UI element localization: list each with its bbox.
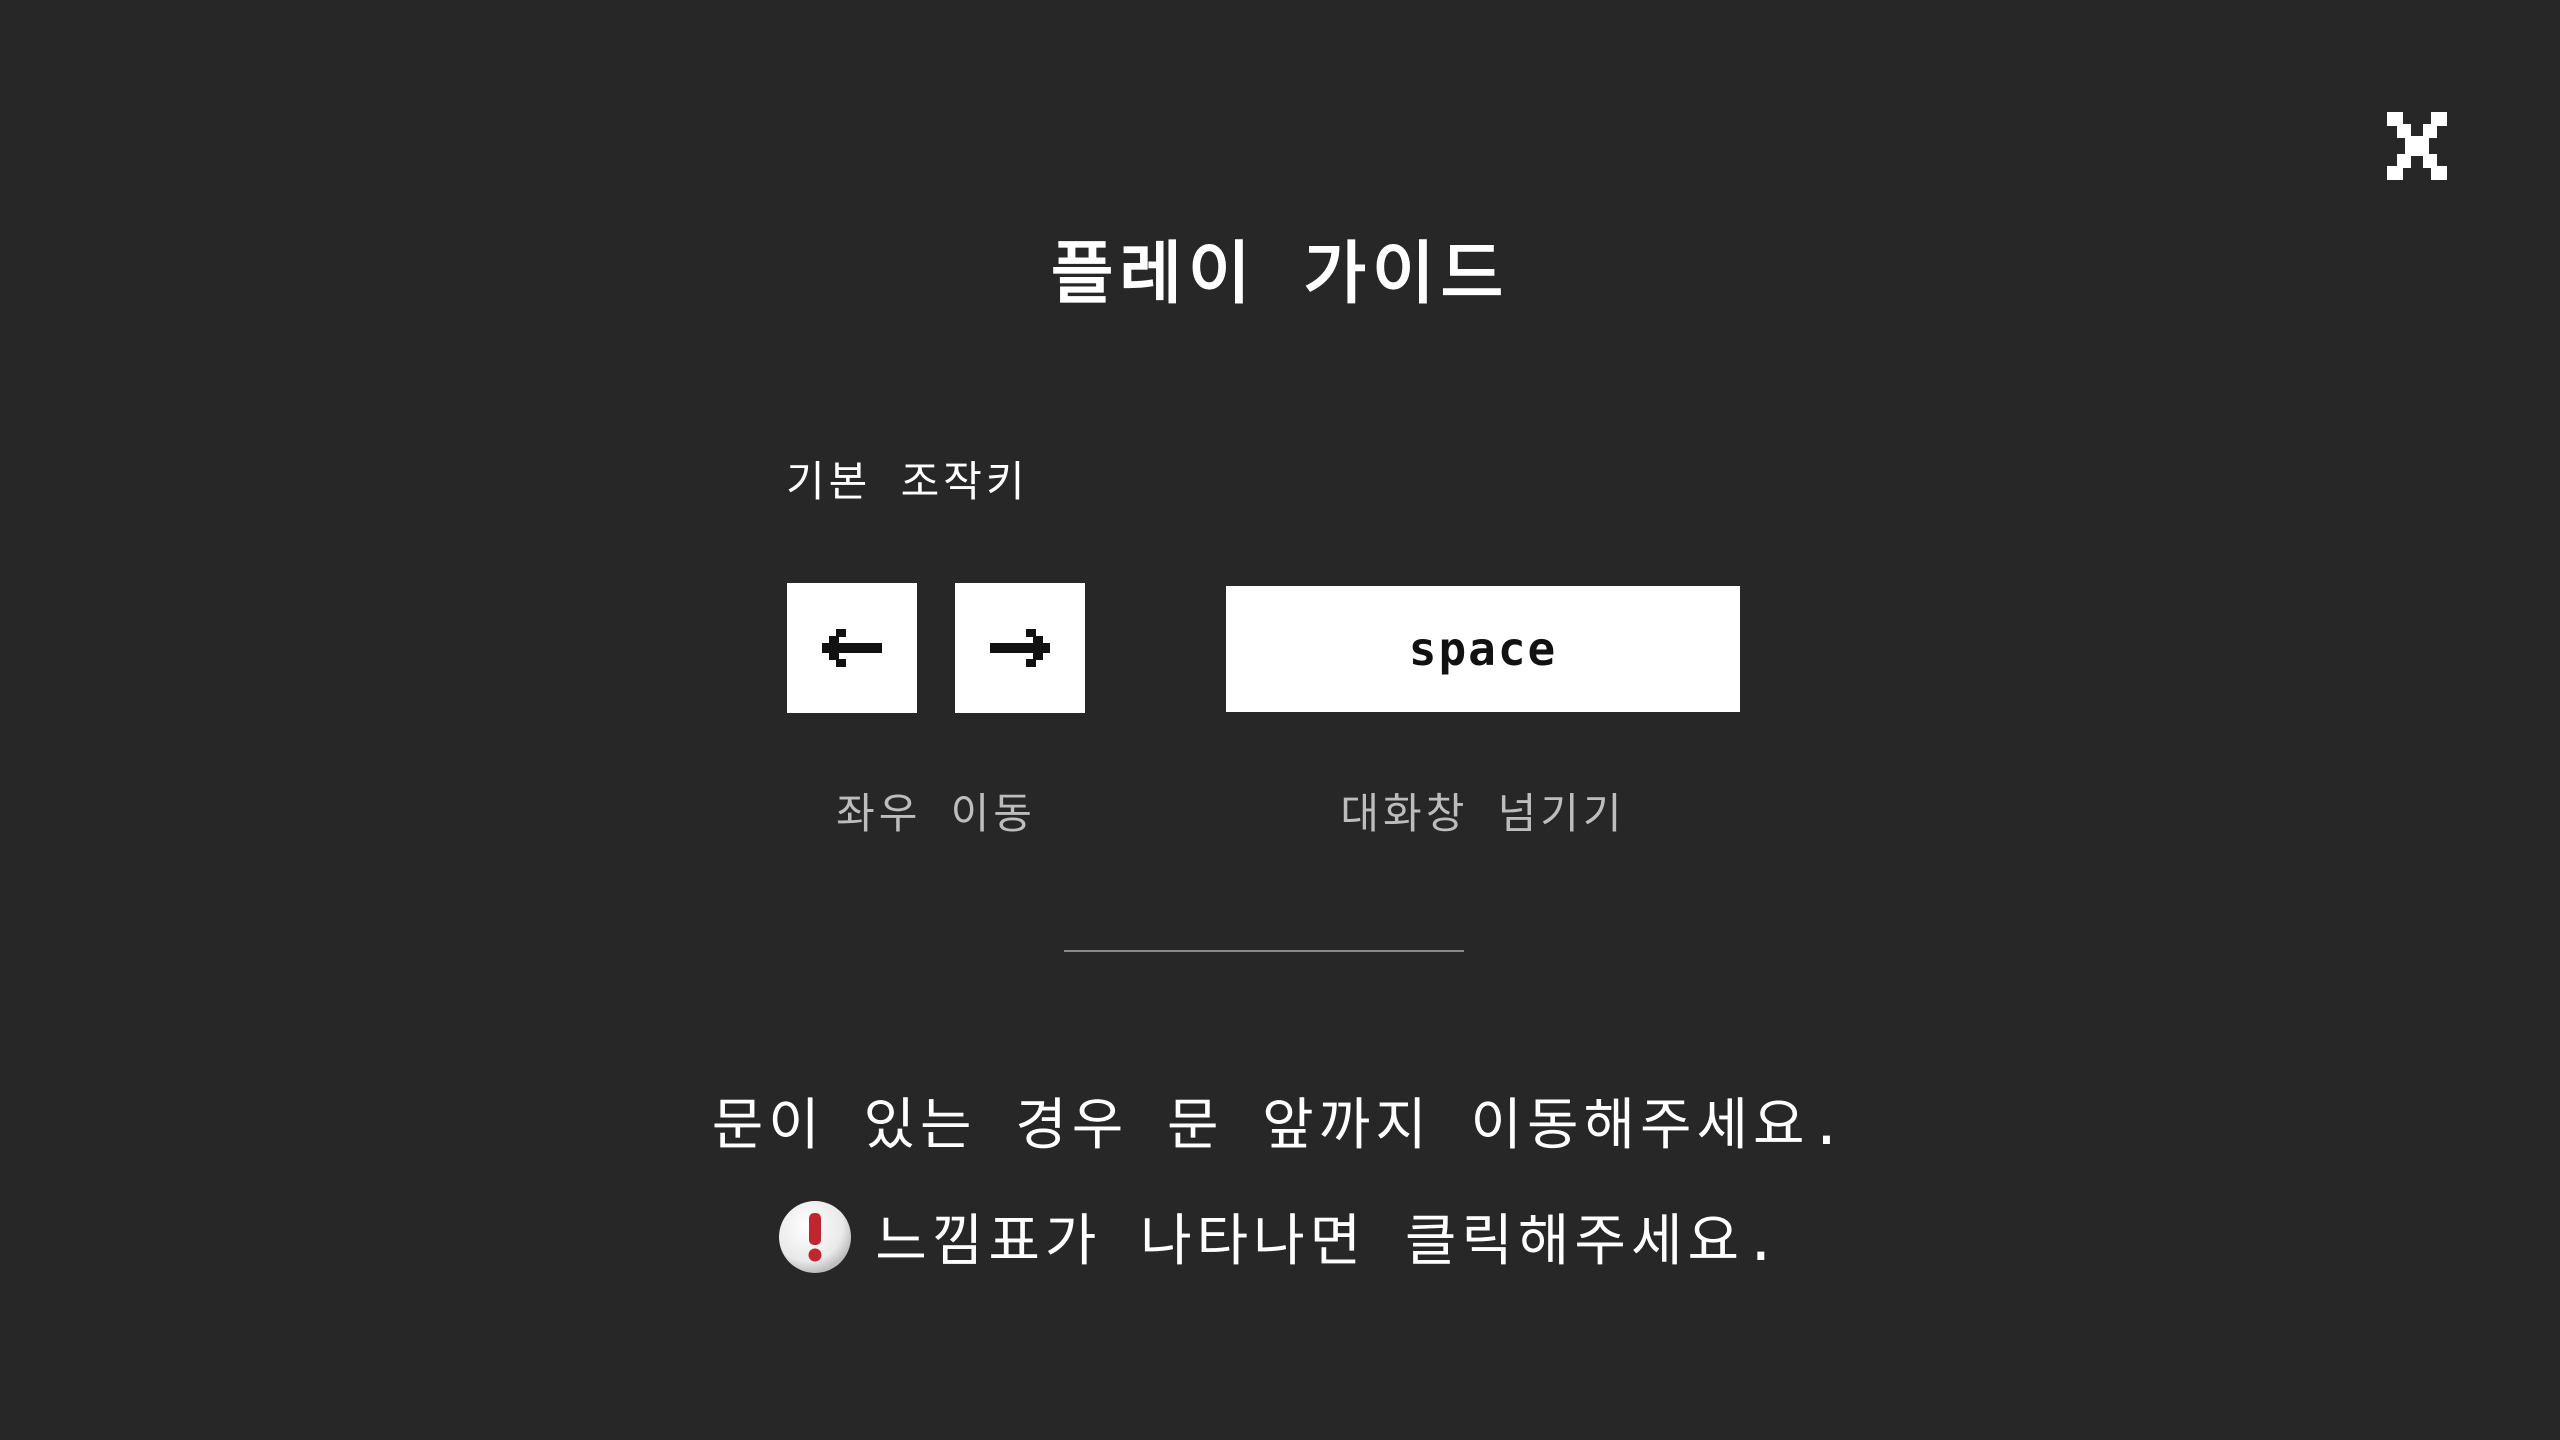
controls-section-label: 기본 조작키: [786, 457, 1029, 506]
exclamation-badge-icon: [777, 1199, 853, 1275]
tip-door: 문이 있는 경우 문 앞까지 이동해주세요.: [711, 1093, 1849, 1158]
play-guide-screen: 플레이 가이드 기본 조작키 space 좌우 이동 대화창 넘기기 문이 있는…: [0, 0, 2560, 1440]
close-button[interactable]: [2387, 112, 2447, 180]
space-caption: 대화창 넘기기: [1340, 789, 1626, 838]
move-caption: 좌우 이동: [836, 789, 1036, 838]
close-icon: [2387, 112, 2447, 180]
space-key[interactable]: space: [1226, 586, 1740, 712]
left-arrow-key[interactable]: [787, 583, 917, 713]
divider: [1064, 950, 1464, 952]
page-title: 플레이 가이드: [1050, 235, 1510, 314]
arrow-right-icon: [990, 629, 1050, 667]
tip-exclamation: 느낌표가 나타나면 클릭해주세요.: [0, 1196, 2560, 1277]
arrow-left-icon: [822, 629, 882, 667]
right-arrow-key[interactable]: [955, 583, 1085, 713]
space-key-label: space: [1408, 622, 1558, 676]
tip-exclamation-text: 느낌표가 나타나면 클릭해주세요.: [875, 1209, 1783, 1274]
